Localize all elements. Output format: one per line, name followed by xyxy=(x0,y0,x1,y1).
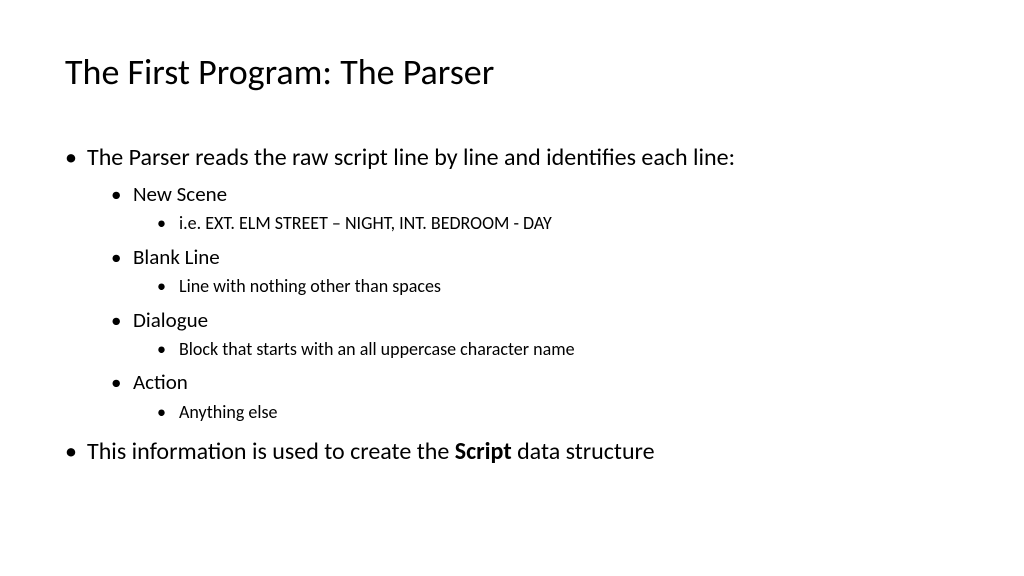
bullet-item: New Scene i.e. EXT. ELM STREET – NIGHT, … xyxy=(111,181,959,236)
bullet-text: Action xyxy=(133,369,188,395)
bullet-item: The Parser reads the raw script line by … xyxy=(65,142,959,424)
bullet-text: i.e. EXT. ELM STREET – NIGHT, INT. BEDRO… xyxy=(179,212,552,234)
bullet-text-suffix: data structure xyxy=(512,437,655,466)
bullet-sublist: i.e. EXT. ELM STREET – NIGHT, INT. BEDRO… xyxy=(133,212,959,235)
bullet-list: The Parser reads the raw script line by … xyxy=(65,142,959,467)
bullet-item: Dialogue Block that starts with an all u… xyxy=(111,307,959,362)
bullet-item: Action Anything else xyxy=(111,369,959,424)
bullet-item: Line with nothing other than spaces xyxy=(157,275,959,298)
bullet-item: Block that starts with an all uppercase … xyxy=(157,338,959,361)
bullet-sublist: New Scene i.e. EXT. ELM STREET – NIGHT, … xyxy=(87,181,959,424)
bullet-text: Anything else xyxy=(179,401,277,423)
bullet-text: Blank Line xyxy=(133,244,220,270)
bullet-item: Anything else xyxy=(157,401,959,424)
bullet-text: Line with nothing other than spaces xyxy=(179,275,441,297)
bullet-sublist: Anything else xyxy=(133,401,959,424)
bullet-text: The Parser reads the raw script line by … xyxy=(87,143,735,172)
bullet-sublist: Line with nothing other than spaces xyxy=(133,275,959,298)
bullet-item: i.e. EXT. ELM STREET – NIGHT, INT. BEDRO… xyxy=(157,212,959,235)
bullet-text-bold: Script xyxy=(455,437,512,466)
bullet-text: Dialogue xyxy=(133,307,208,333)
slide-title: The First Program: The Parser xyxy=(65,50,959,94)
bullet-item: Blank Line Line with nothing other than … xyxy=(111,244,959,299)
bullet-item: This information is used to create the S… xyxy=(65,436,959,467)
bullet-sublist: Block that starts with an all uppercase … xyxy=(133,338,959,361)
bullet-text: New Scene xyxy=(133,181,227,207)
bullet-text: Block that starts with an all uppercase … xyxy=(179,338,575,360)
bullet-text-prefix: This information is used to create the xyxy=(87,437,455,466)
